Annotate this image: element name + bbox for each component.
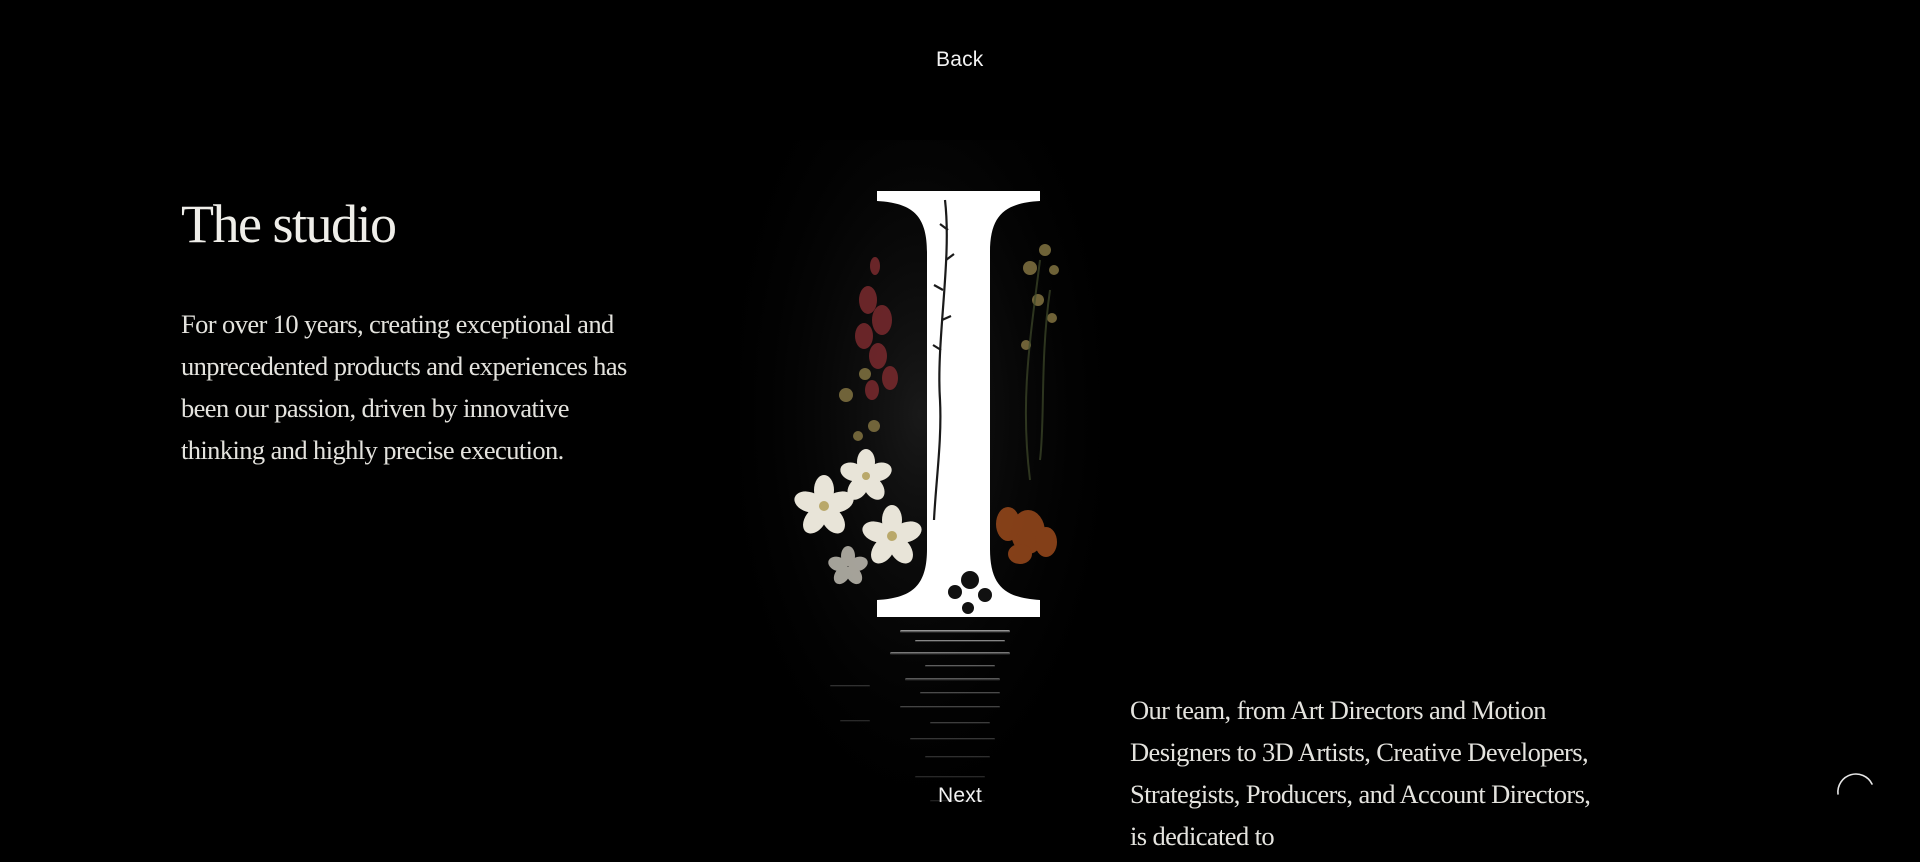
letter-artwork <box>740 140 1100 862</box>
team-description-text: Our team, from Art Directors and Motion … <box>1130 695 1591 851</box>
loading-arc-icon <box>1834 772 1876 814</box>
next-link[interactable]: Next <box>938 784 982 808</box>
back-link[interactable]: Back <box>936 48 984 72</box>
studio-intro-text: For over 10 years, creating exceptional … <box>181 309 627 465</box>
page-title: The studio <box>181 194 397 254</box>
